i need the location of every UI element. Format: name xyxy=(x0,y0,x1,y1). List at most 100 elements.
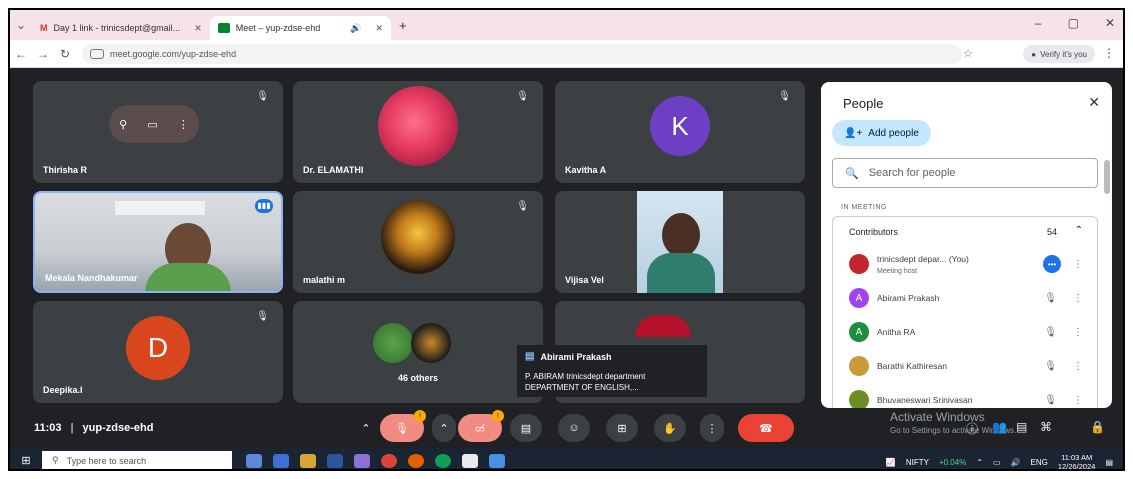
restore-button[interactable]: ▢ xyxy=(1068,16,1079,30)
hand-icon: ✋ xyxy=(663,422,677,435)
participant-name: Dr. ELAMATHI xyxy=(303,165,364,175)
tab-search-icon[interactable]: ⌄ xyxy=(10,18,32,32)
participant-tile[interactable]: 🎙 Dr. ELAMATHI xyxy=(293,81,543,183)
muted-mic-icon: 🎙 xyxy=(1044,360,1057,372)
emoji-button[interactable]: ☺ xyxy=(558,414,590,442)
close-icon[interactable]: ✕ xyxy=(1088,94,1100,111)
reload-icon[interactable]: ↻ xyxy=(54,47,76,61)
panel-scrollbar[interactable] xyxy=(1104,160,1110,194)
more-options-icon[interactable]: ⋮ xyxy=(1073,327,1083,338)
word-icon[interactable] xyxy=(327,453,343,468)
chevron-up-icon[interactable]: ⌃ xyxy=(432,414,456,442)
participant-tile[interactable]: D 🎙 Deepika.I xyxy=(33,301,283,403)
firefox-icon[interactable] xyxy=(408,453,424,468)
participant-tile[interactable]: Vijisa Vel xyxy=(555,191,805,293)
participant-tile[interactable]: ⚲ ▭ ⋮ 🎙 Thirisha R xyxy=(33,81,283,183)
file-explorer-icon[interactable] xyxy=(300,453,316,468)
close-window-button[interactable]: ✕ xyxy=(1105,16,1115,30)
more-options-button[interactable]: ⋮ xyxy=(700,414,724,442)
person-row[interactable]: Bhuvaneswari Srinivasan 🎙 ⋮ xyxy=(833,383,1097,408)
frame-icon[interactable]: ▭ xyxy=(147,118,157,131)
photos-icon[interactable] xyxy=(354,453,370,468)
avatar xyxy=(849,356,869,376)
more-options-icon[interactable]: ⋮ xyxy=(178,118,189,131)
participant-tile[interactable]: 🎙 malathi m xyxy=(293,191,543,293)
add-people-button[interactable]: 👤+ Add people xyxy=(832,120,931,146)
host-controls-icon[interactable]: 🔒 xyxy=(1090,420,1105,434)
app-icon[interactable] xyxy=(462,453,478,468)
verify-button[interactable]: ● Verify it's you xyxy=(1023,45,1095,63)
captions-button[interactable]: ▤ xyxy=(510,414,542,442)
search-input[interactable]: 🔍 Search for people xyxy=(832,158,1098,188)
camera-button[interactable]: ▭̸ ! xyxy=(458,410,504,442)
participant-tile[interactable]: K 🎙 Kavitha A xyxy=(555,81,805,183)
emoji-icon: ☺ xyxy=(568,422,580,434)
person-row[interactable]: trinicsdept depar... (You) Meeting host … xyxy=(833,247,1097,281)
more-options-icon[interactable]: ⋮ xyxy=(1073,293,1083,304)
chrome-icon[interactable] xyxy=(381,453,397,468)
bookmark-star-icon[interactable]: ☆ xyxy=(963,47,973,60)
end-call-icon: ☎ xyxy=(759,422,773,435)
person-name: trinicsdept depar... (You) xyxy=(877,254,969,264)
meeting-time: 11:03 xyxy=(34,422,62,434)
leave-call-button[interactable]: ☎ xyxy=(738,414,794,442)
app-icon[interactable] xyxy=(489,453,505,468)
muted-mic-icon: 🎙 xyxy=(778,91,791,102)
more-options-icon[interactable]: ⋮ xyxy=(1073,395,1083,406)
forward-icon[interactable]: → xyxy=(32,47,54,61)
back-icon[interactable]: ← xyxy=(10,47,32,61)
person-name: Anitha RA xyxy=(877,327,916,337)
muted-mic-icon: 🎙 xyxy=(516,201,529,212)
notifications-icon[interactable]: ▤ xyxy=(1105,458,1113,467)
more-actions-icon[interactable]: ••• xyxy=(1043,255,1061,273)
person-row[interactable]: A Anitha RA 🎙 ⋮ xyxy=(833,315,1097,349)
search-icon: ⚲ xyxy=(52,455,59,465)
pin-icon[interactable]: ⚲ xyxy=(119,118,127,131)
person-row[interactable]: Barathi Kathiresan 🎙 ⋮ xyxy=(833,349,1097,383)
more-options-icon[interactable]: ⋮ xyxy=(1073,361,1083,372)
browser-icon[interactable] xyxy=(435,453,451,468)
site-info-icon[interactable] xyxy=(90,48,104,59)
more-options-icon[interactable]: ⋮ xyxy=(1073,259,1083,270)
screen: ⌄ M Day 1 link - trinicsdept@gmail... ✕ … xyxy=(8,8,1125,471)
browser-menu-icon[interactable]: ⋮ xyxy=(1103,46,1115,60)
muted-mic-icon: 🎙 xyxy=(256,311,269,322)
windows-start-icon[interactable]: ⊞ xyxy=(10,454,42,467)
network-icon[interactable]: ▭ xyxy=(993,458,1001,467)
close-icon[interactable]: ✕ xyxy=(194,23,202,34)
captions-icon: ▤ xyxy=(520,422,532,435)
mic-button[interactable]: 🎙 ! xyxy=(380,410,426,442)
info-icon[interactable]: ⓘ xyxy=(966,420,978,437)
chat-notification[interactable]: ▤ Abirami Prakash P. ABIRAM trinicsdept … xyxy=(517,345,707,397)
language-indicator[interactable]: ENG xyxy=(1031,458,1048,467)
panel-title: People xyxy=(843,96,884,111)
participant-tile[interactable]: ▮▮▮ Mekala Nandhakumar xyxy=(33,191,283,293)
new-tab-button[interactable]: + xyxy=(399,18,407,33)
tab-meet[interactable]: Meet – yup-zdse-ehd 🔊 ✕ xyxy=(209,16,392,40)
taskbar-search[interactable]: ⚲ Type here to search xyxy=(42,451,232,469)
chevron-up-icon[interactable]: ⌃ xyxy=(1075,225,1083,236)
edge-icon[interactable] xyxy=(273,453,289,468)
person-role: Meeting host xyxy=(877,268,918,275)
speaker-icon[interactable]: 🔊 xyxy=(350,23,361,34)
others-tile[interactable]: 46 others xyxy=(293,301,543,403)
url-field[interactable]: meet.google.com/yup-zdse-ehd xyxy=(82,43,962,64)
person-row[interactable]: A Abirami Prakash 🎙 ⋮ xyxy=(833,281,1097,315)
volume-icon[interactable]: 🔊 xyxy=(1011,458,1021,467)
sender-name: Abirami Prakash xyxy=(540,351,612,362)
people-icon[interactable]: 👥 xyxy=(992,420,1007,434)
nifty-label[interactable]: NIFTY xyxy=(906,458,929,467)
present-button[interactable]: ⊞ xyxy=(606,414,638,442)
chat-icon[interactable]: ▤ xyxy=(1016,420,1027,434)
minimize-button[interactable]: – xyxy=(1035,16,1042,30)
tab-gmail[interactable]: M Day 1 link - trinicsdept@gmail... ✕ xyxy=(32,16,210,40)
chevron-up-icon[interactable]: ⌃ xyxy=(354,414,378,442)
video-person-body xyxy=(647,253,715,293)
close-icon[interactable]: ✕ xyxy=(376,23,384,34)
task-view-icon[interactable] xyxy=(246,453,262,468)
clock[interactable]: 11:03 AM 12/26/2024 xyxy=(1058,453,1096,469)
meet-icon xyxy=(217,23,230,33)
chevron-up-icon[interactable]: ⌃ xyxy=(976,458,983,467)
activities-icon[interactable]: ⌘ xyxy=(1040,420,1052,434)
raise-hand-button[interactable]: ✋ xyxy=(654,414,686,442)
